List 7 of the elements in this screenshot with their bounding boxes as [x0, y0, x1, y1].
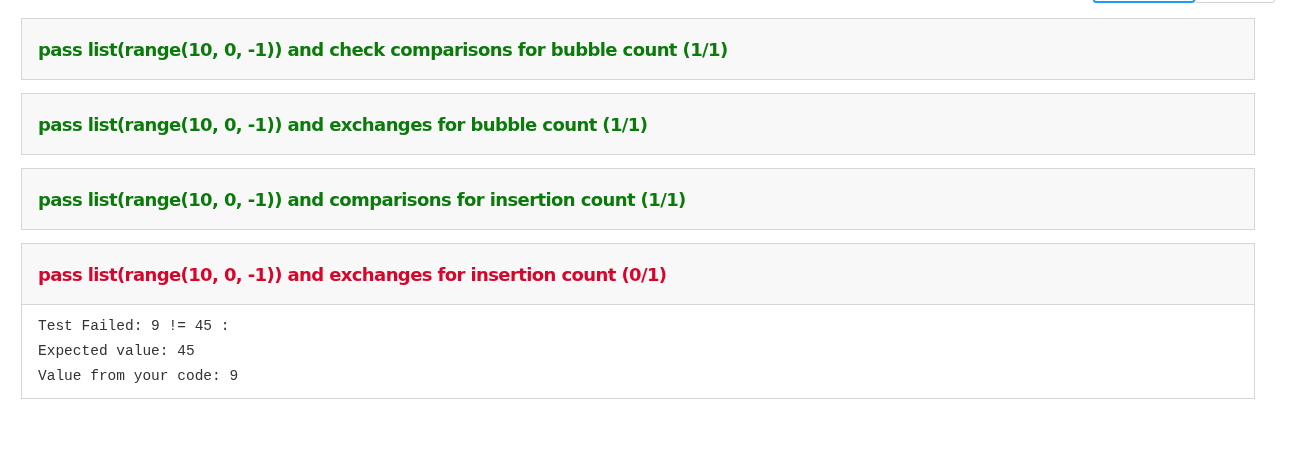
test-result-title: pass list(range(10, 0, -1)) and comparisons for insertion count (1/1) — [38, 187, 686, 212]
test-result-title: pass list(range(10, 0, -1)) and exchanges for bubble count (1/1) — [38, 112, 648, 137]
test-output-line: Test Failed: 9 != 45 : — [38, 317, 231, 336]
test-result-title: pass list(range(10, 0, -1)) and exchanges for insertion count (0/1) — [38, 262, 667, 287]
test-result-title: pass list(range(10, 0, -1)) and check comparisons for bubble count (1/1) — [38, 37, 728, 62]
test-output-line: Expected value: 45 — [38, 342, 196, 361]
test-output-line: Value from your code: 9 — [38, 367, 240, 386]
